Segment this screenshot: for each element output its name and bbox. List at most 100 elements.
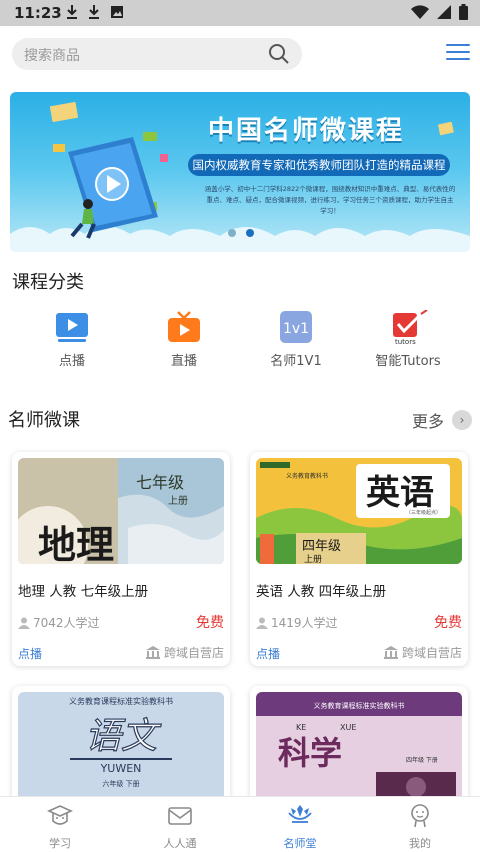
cover-pinyin-1: KE [296,723,306,732]
more-link[interactable]: 更多 › [412,408,472,432]
image-icon [111,6,123,18]
one-on-one-glyph: 1v1 [283,321,309,337]
store-name: 跨域自营店 [163,646,224,660]
cover-grade: 六年级 下册 [102,779,139,788]
study-icon [47,805,73,825]
nav-label: 人人通 [163,837,197,850]
store-name: 跨域自营店 [401,646,462,660]
system-icons [411,4,468,20]
course-title: 英语 人教 四年级上册 [256,584,387,600]
wifi-icon [411,5,429,19]
cover-subject: 科学 [278,734,342,772]
profile-icon [411,804,429,828]
category-vod[interactable]: 点播 [22,310,122,369]
nav-label: 学习 [49,837,71,850]
promo-banner[interactable]: 中国名师微课程 国内权威教育专家和优秀教师团队打造的精品课程 涵盖小学、初中十二… [10,92,470,252]
nav-item-profile[interactable]: 我的 [360,803,480,851]
chevron-right-icon: › [452,410,472,430]
signal-icon [437,5,451,19]
category-label: 点播 [58,354,85,369]
banner-subtitle: 国内权威教育专家和优秀教师团队打造的精品课程 [188,154,450,176]
categories-title: 课程分类 [12,272,84,293]
course-title: 地理 人教 七年级上册 [18,584,149,600]
carousel-dot-active[interactable] [246,229,254,237]
learner-count-text: 7042人学过 [33,616,100,630]
store-info: 跨域自营店 [383,644,462,661]
store-icon [145,646,160,659]
download-icon [67,5,77,19]
search-placeholder: 搜索商品 [24,48,80,64]
nav-label: 名师堂 [283,837,317,850]
cover-subject: 地理 [38,522,114,564]
micro-courses-title: 名师微课 [8,410,80,431]
cover-series: 义务教育课程标准实验教科书 [314,701,405,710]
course-price: 免费 [196,615,224,631]
learner-count: 7042人学过 [18,614,100,631]
tutors-glyph: tutors [395,338,416,344]
teacher-hall-icon [288,805,312,823]
carousel-dot[interactable] [228,229,236,237]
nav-item-study[interactable]: 学习 [0,803,120,851]
course-cover: 义务教育课程标准实验教科书 语文 YUWEN 六年级 下册 [18,692,224,802]
bottom-navigation: 学习 人人通 名师堂 我的 [0,796,480,852]
notification-icons [66,4,124,20]
course-price: 免费 [434,615,462,631]
book-play-icon [53,132,168,239]
nav-label: 我的 [409,837,431,850]
course-card[interactable]: 义务教育课程标准实验教科书 KE XUE 科学 四年级 下册 [250,686,468,806]
category-1v1[interactable]: 1v1 名师1V1 [246,310,346,369]
user-icon [256,617,268,629]
user-icon [18,617,30,629]
course-cover: 七年级 上册 地理 [18,458,224,564]
store-info: 跨域自营店 [145,644,224,661]
mail-icon [168,807,192,825]
download-icon [89,5,99,19]
battery-icon [459,4,468,20]
course-card[interactable]: 七年级 上册 地理 地理 人教 七年级上册 7042人学过 免费 点播 跨域自营… [12,452,230,666]
one-on-one-icon: 1v1 [279,310,313,344]
status-time: 11:23 [14,4,62,22]
course-type: 点播 [18,647,43,661]
top-header: 搜索商品 [0,26,480,82]
learner-count-text: 1419人学过 [271,616,338,630]
menu-icon[interactable] [446,44,470,62]
cover-series: 义务教育教科书 [286,472,328,480]
more-label: 更多 [411,412,444,431]
store-icon [383,646,398,659]
nav-item-teacher-hall[interactable]: 名师堂 [240,803,360,851]
paper-decoration [50,102,78,122]
video-play-icon [55,310,89,344]
cover-pinyin-2: XUE [340,723,356,732]
status-bar: 11:23 [0,0,480,26]
cover-subject: 英语 [366,473,434,513]
course-card[interactable]: 义务教育课程标准实验教科书 语文 YUWEN 六年级 下册 [12,686,230,806]
category-label: 智能Tutors [375,354,441,369]
cover-grade: 七年级 [136,473,184,492]
course-card[interactable]: 义务教育教科书 英语 （三年级起点） 四年级 上册 英语 人教 四年级上册 14… [250,452,468,666]
carousel-indicator [228,229,254,237]
cover-series: 义务教育课程标准实验教科书 [69,696,173,706]
banner-title: 中国名师微课程 [208,116,405,146]
course-cover: 义务教育课程标准实验教科书 KE XUE 科学 四年级 下册 [256,692,462,802]
cover-term: 上册 [168,495,188,507]
course-type: 点播 [256,647,281,661]
paper-decoration [438,122,454,136]
nav-item-renrentong[interactable]: 人人通 [120,803,240,851]
category-label: 名师1V1 [270,354,322,369]
category-tutors[interactable]: tutors 智能Tutors [358,309,458,369]
cover-grade: 四年级 下册 [406,756,438,764]
live-tv-icon [167,310,201,344]
cover-pinyin: YUWEN [100,762,142,775]
banner-description: 涵盖小学、初中十二门学科2822个微课程，围绕教材知识中重难点、典型、易代表性的… [204,185,456,215]
cover-grade: 四年级 [302,539,341,554]
category-label: 直播 [170,354,197,369]
tutors-icon: tutors [391,309,428,346]
learner-count: 1419人学过 [256,614,338,631]
cover-subject: 语文 [85,716,162,757]
category-live[interactable]: 直播 [134,310,234,369]
search-input[interactable]: 搜索商品 [12,38,302,70]
search-icon[interactable] [268,43,290,65]
cover-start-grade: （三年级起点） [406,509,441,516]
course-cover: 义务教育教科书 英语 （三年级起点） 四年级 上册 [256,458,462,564]
cover-term: 上册 [304,554,322,564]
